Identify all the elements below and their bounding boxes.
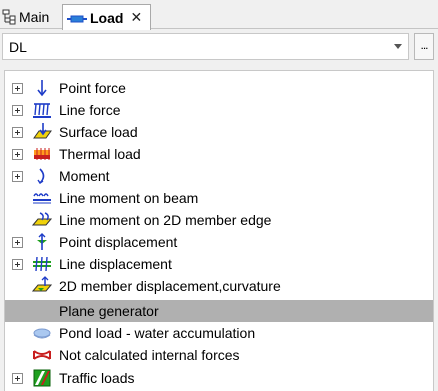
tree-item-point-force[interactable]: Point force xyxy=(5,77,433,99)
expand-icon[interactable] xyxy=(12,259,23,270)
traffic-loads-icon xyxy=(32,368,52,388)
expand-icon[interactable] xyxy=(12,127,23,138)
tree-item-pond-load[interactable]: Pond load - water accumulation xyxy=(5,322,433,344)
tree-item-traffic-loads[interactable]: Traffic loads xyxy=(5,367,433,389)
tree-item-line-force[interactable]: Line force xyxy=(5,99,433,121)
expand-icon[interactable] xyxy=(12,105,23,116)
load-tree: Point force Line force Surface load Ther… xyxy=(4,70,434,391)
tree-item-label: Plane generator xyxy=(59,303,159,319)
moment-icon xyxy=(32,166,52,186)
load-case-select[interactable]: DL xyxy=(2,33,409,60)
tree-item-member-displacement[interactable]: 2D member displacement,curvature xyxy=(5,275,433,297)
tree-structure-icon xyxy=(2,9,16,25)
tree-item-label: Point force xyxy=(59,80,126,96)
thermal-load-icon xyxy=(32,144,52,164)
tree-item-label: Thermal load xyxy=(59,146,141,162)
tree-item-label: Line displacement xyxy=(59,256,172,272)
tree-item-label: Line moment on beam xyxy=(59,190,199,206)
tab-main-label: Main xyxy=(19,8,50,25)
tree-item-thermal-load[interactable]: Thermal load xyxy=(5,143,433,165)
pond-load-icon xyxy=(32,323,52,343)
tree-item-surface-load[interactable]: Surface load xyxy=(5,121,433,143)
tree-item-label: 2D member displacement,curvature xyxy=(59,278,281,294)
internal-forces-icon xyxy=(32,345,52,365)
expand-icon[interactable] xyxy=(12,149,23,160)
chevron-down-icon[interactable] xyxy=(394,44,402,49)
tab-load[interactable]: Load ✕ xyxy=(62,4,151,30)
expand-icon[interactable] xyxy=(12,83,23,94)
line-displacement-icon xyxy=(32,254,52,274)
member-displacement-icon xyxy=(32,276,52,296)
tree-item-label: Pond load - water accumulation xyxy=(59,325,256,341)
line-moment-edge-icon xyxy=(32,210,52,230)
tab-strip: Main Load ✕ xyxy=(0,0,438,30)
tree-item-label: Traffic loads xyxy=(59,370,135,386)
line-moment-beam-icon xyxy=(32,188,52,208)
tree-item-line-moment-beam[interactable]: Line moment on beam xyxy=(5,187,433,209)
tree-item-plane-generator[interactable]: Plane generator xyxy=(5,300,433,322)
tree-item-label: Not calculated internal forces xyxy=(59,347,240,363)
tree-item-label: Line moment on 2D member edge xyxy=(59,212,272,228)
tab-main[interactable]: Main xyxy=(0,4,59,29)
line-force-icon xyxy=(32,100,52,120)
tree-item-line-displacement[interactable]: Line displacement xyxy=(5,253,433,275)
tree-item-internal-forces[interactable]: Not calculated internal forces xyxy=(5,344,433,366)
tree-item-label: Line force xyxy=(59,102,121,118)
tree-item-point-displacement[interactable]: Point displacement xyxy=(5,231,433,253)
expand-icon[interactable] xyxy=(12,237,23,248)
expand-icon[interactable] xyxy=(12,171,23,182)
tab-load-label: Load xyxy=(90,9,124,26)
close-icon[interactable]: ✕ xyxy=(130,9,142,26)
load-case-value: DL xyxy=(9,38,27,55)
tree-item-line-moment-edge[interactable]: Line moment on 2D member edge xyxy=(5,209,433,231)
tree-item-moment[interactable]: Moment xyxy=(5,165,433,187)
load-tab-icon xyxy=(67,12,87,24)
surface-load-icon xyxy=(32,122,52,142)
expand-icon[interactable] xyxy=(12,373,23,384)
tree-item-label: Point displacement xyxy=(59,234,178,250)
point-displacement-icon xyxy=(32,232,52,252)
tree-item-label: Surface load xyxy=(59,124,138,140)
tree-item-label: Moment xyxy=(59,168,110,184)
load-case-row: DL ... xyxy=(0,33,438,61)
point-force-icon xyxy=(32,78,52,98)
browse-button[interactable]: ... xyxy=(414,33,434,60)
